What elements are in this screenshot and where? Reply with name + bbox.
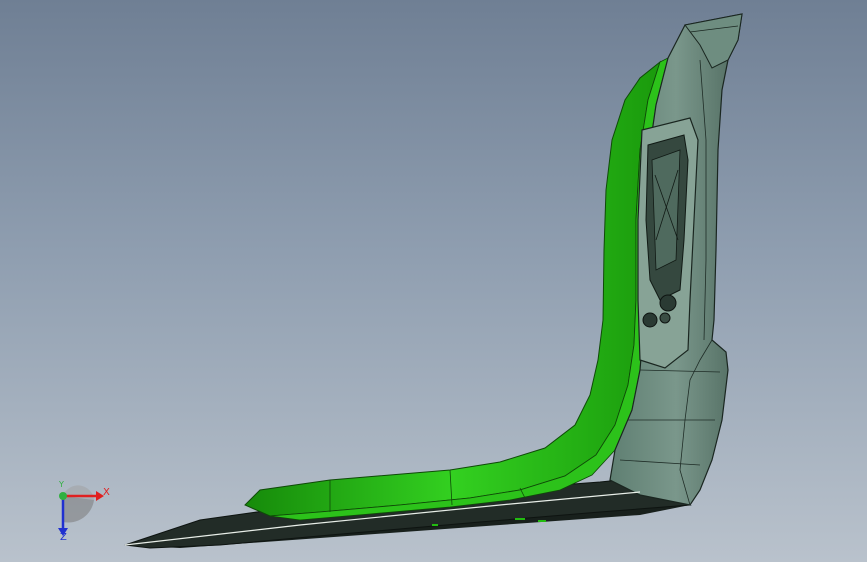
- mount-hole-2: [642, 312, 658, 328]
- base-mark-2: [515, 518, 525, 520]
- base-mark-1: [432, 524, 438, 526]
- z-axis-label: Z: [60, 532, 67, 543]
- mount-hole-1: [659, 294, 677, 312]
- axis-triad: X Y Z: [48, 480, 118, 544]
- window-inner-rib: [651, 149, 681, 271]
- cad-part-model[interactable]: [0, 0, 867, 562]
- green-inner-surface: [244, 60, 661, 517]
- base-mark-3: [538, 520, 546, 522]
- x-axis-label: X: [103, 487, 110, 498]
- mount-hole-3: [659, 312, 671, 324]
- 3d-viewport[interactable]: X Y Z: [0, 0, 867, 562]
- y-axis-label: Y: [59, 480, 64, 489]
- y-axis-dot: [59, 492, 67, 500]
